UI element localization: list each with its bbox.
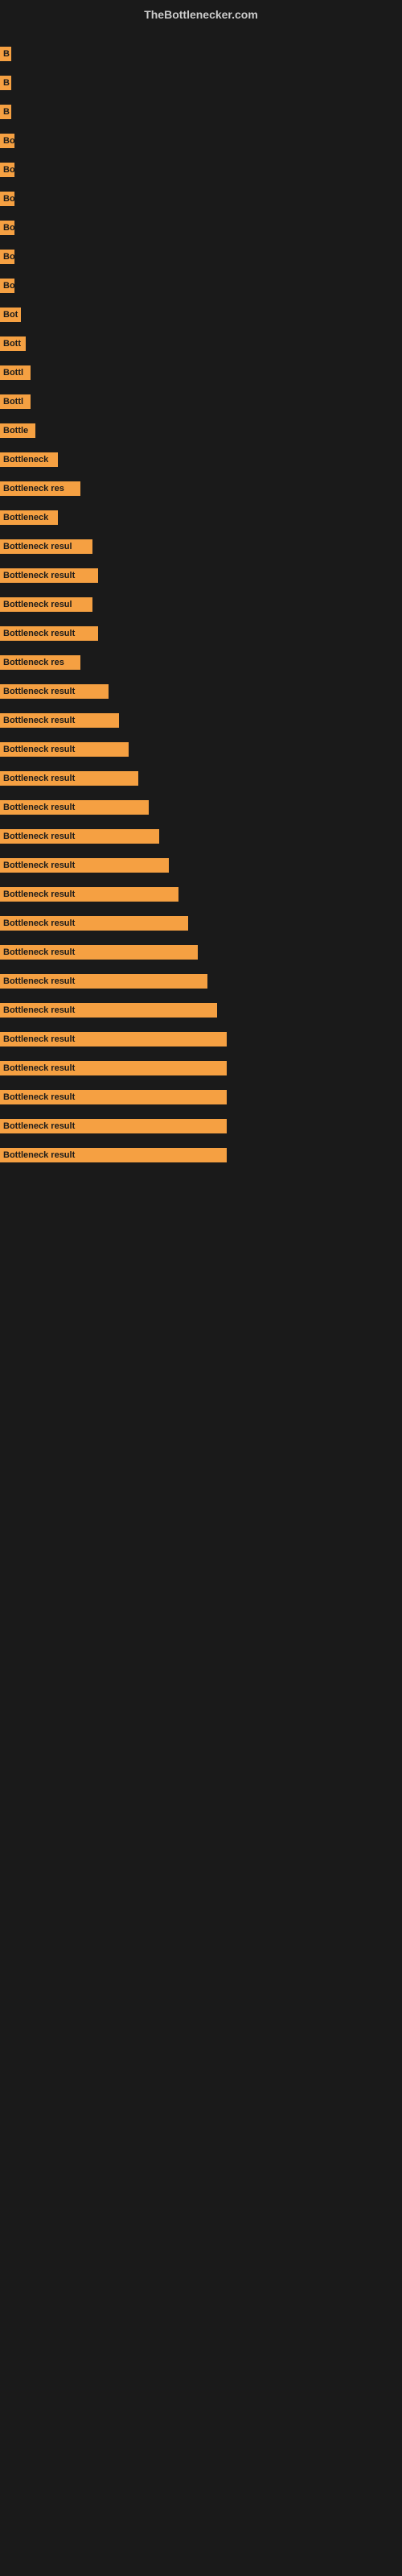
bar-row: Bottleneck result — [0, 795, 402, 819]
bar-label: Bottleneck result — [0, 742, 129, 757]
bar-label: Bo — [0, 279, 14, 293]
bar-row: Bottleneck result — [0, 998, 402, 1022]
bar-row: Bottleneck result — [0, 1114, 402, 1138]
bar-row: Bottleneck result — [0, 940, 402, 964]
bar-row: Bo — [0, 216, 402, 240]
bar-label: Bo — [0, 163, 14, 177]
bar-label: Bo — [0, 221, 14, 235]
bar-label: B — [0, 105, 11, 119]
bar-label: Bottleneck — [0, 452, 58, 467]
bar-label: Bot — [0, 308, 21, 322]
bar-label: Bottleneck result — [0, 916, 188, 931]
bar-label: Bo — [0, 134, 14, 148]
bar-row: Bottl — [0, 390, 402, 414]
bar-chart-container: B B B Bo Bo Bo Bo Bo Bo Bot Bott Bottl Bottl Bottle Bo… — [0, 29, 402, 1180]
bar-row: B — [0, 100, 402, 124]
bar-label: Bottleneck res — [0, 481, 80, 496]
bar-label: Bottleneck result — [0, 1148, 227, 1162]
bar-label: B — [0, 47, 11, 61]
bar-label: Bottleneck result — [0, 945, 198, 960]
bar-label: Bottl — [0, 394, 31, 409]
bar-row: Bo — [0, 129, 402, 153]
bar-row: Bottleneck res — [0, 477, 402, 501]
bar-row: Bo — [0, 158, 402, 182]
bar-label: Bottleneck result — [0, 713, 119, 728]
bar-row: Bot — [0, 303, 402, 327]
bar-row: Bott — [0, 332, 402, 356]
bar-label: Bottleneck result — [0, 771, 138, 786]
bar-row: B — [0, 42, 402, 66]
bar-row: Bottleneck resul — [0, 592, 402, 617]
bar-row: Bo — [0, 274, 402, 298]
bar-row: B — [0, 71, 402, 95]
bar-row: Bottleneck result — [0, 853, 402, 877]
bar-row: Bottleneck result — [0, 882, 402, 906]
bar-row: Bottleneck result — [0, 969, 402, 993]
bar-row: Bottleneck result — [0, 621, 402, 646]
bar-label: Bottleneck — [0, 510, 58, 525]
bar-label: Bottleneck result — [0, 887, 178, 902]
bar-row: Bo — [0, 187, 402, 211]
bar-row: Bottleneck result — [0, 679, 402, 704]
bar-row: Bottleneck result — [0, 564, 402, 588]
bar-row: Bottleneck res — [0, 650, 402, 675]
bar-label: Bottleneck result — [0, 1090, 227, 1104]
bar-row: Bottleneck result — [0, 911, 402, 935]
bar-label: Bottl — [0, 365, 31, 380]
bar-label: Bottleneck resul — [0, 539, 92, 554]
bar-row: Bottleneck result — [0, 1056, 402, 1080]
bar-row: Bottleneck result — [0, 1027, 402, 1051]
site-title: TheBottlenecker.com — [0, 0, 402, 29]
bar-row: Bottle — [0, 419, 402, 443]
bar-label: Bottleneck result — [0, 800, 149, 815]
bar-label: Bottleneck res — [0, 655, 80, 670]
bar-label: Bottleneck result — [0, 1003, 217, 1018]
bar-row: Bottleneck result — [0, 1143, 402, 1167]
bar-label: Bo — [0, 192, 14, 206]
bar-row: Bottleneck result — [0, 708, 402, 733]
bar-row: Bo — [0, 245, 402, 269]
bar-label: Bottleneck result — [0, 684, 109, 699]
bar-row: Bottl — [0, 361, 402, 385]
bar-row: Bottleneck resul — [0, 535, 402, 559]
bar-label: B — [0, 76, 11, 90]
bar-label: Bottleneck result — [0, 974, 207, 989]
bar-label: Bottleneck result — [0, 626, 98, 641]
bar-row: Bottleneck — [0, 448, 402, 472]
bar-row: Bottleneck result — [0, 1085, 402, 1109]
bar-label: Bottleneck resul — [0, 597, 92, 612]
bar-row: Bottleneck result — [0, 824, 402, 848]
bar-label: Bottleneck result — [0, 1061, 227, 1075]
bar-row: Bottleneck — [0, 506, 402, 530]
bar-label: Bo — [0, 250, 14, 264]
bar-label: Bott — [0, 336, 26, 351]
bar-label: Bottleneck result — [0, 858, 169, 873]
bar-label: Bottleneck result — [0, 1119, 227, 1133]
bar-row: Bottleneck result — [0, 737, 402, 762]
bar-label: Bottleneck result — [0, 568, 98, 583]
bar-label: Bottleneck result — [0, 1032, 227, 1046]
bar-label: Bottleneck result — [0, 829, 159, 844]
bar-label: Bottle — [0, 423, 35, 438]
bar-row: Bottleneck result — [0, 766, 402, 791]
